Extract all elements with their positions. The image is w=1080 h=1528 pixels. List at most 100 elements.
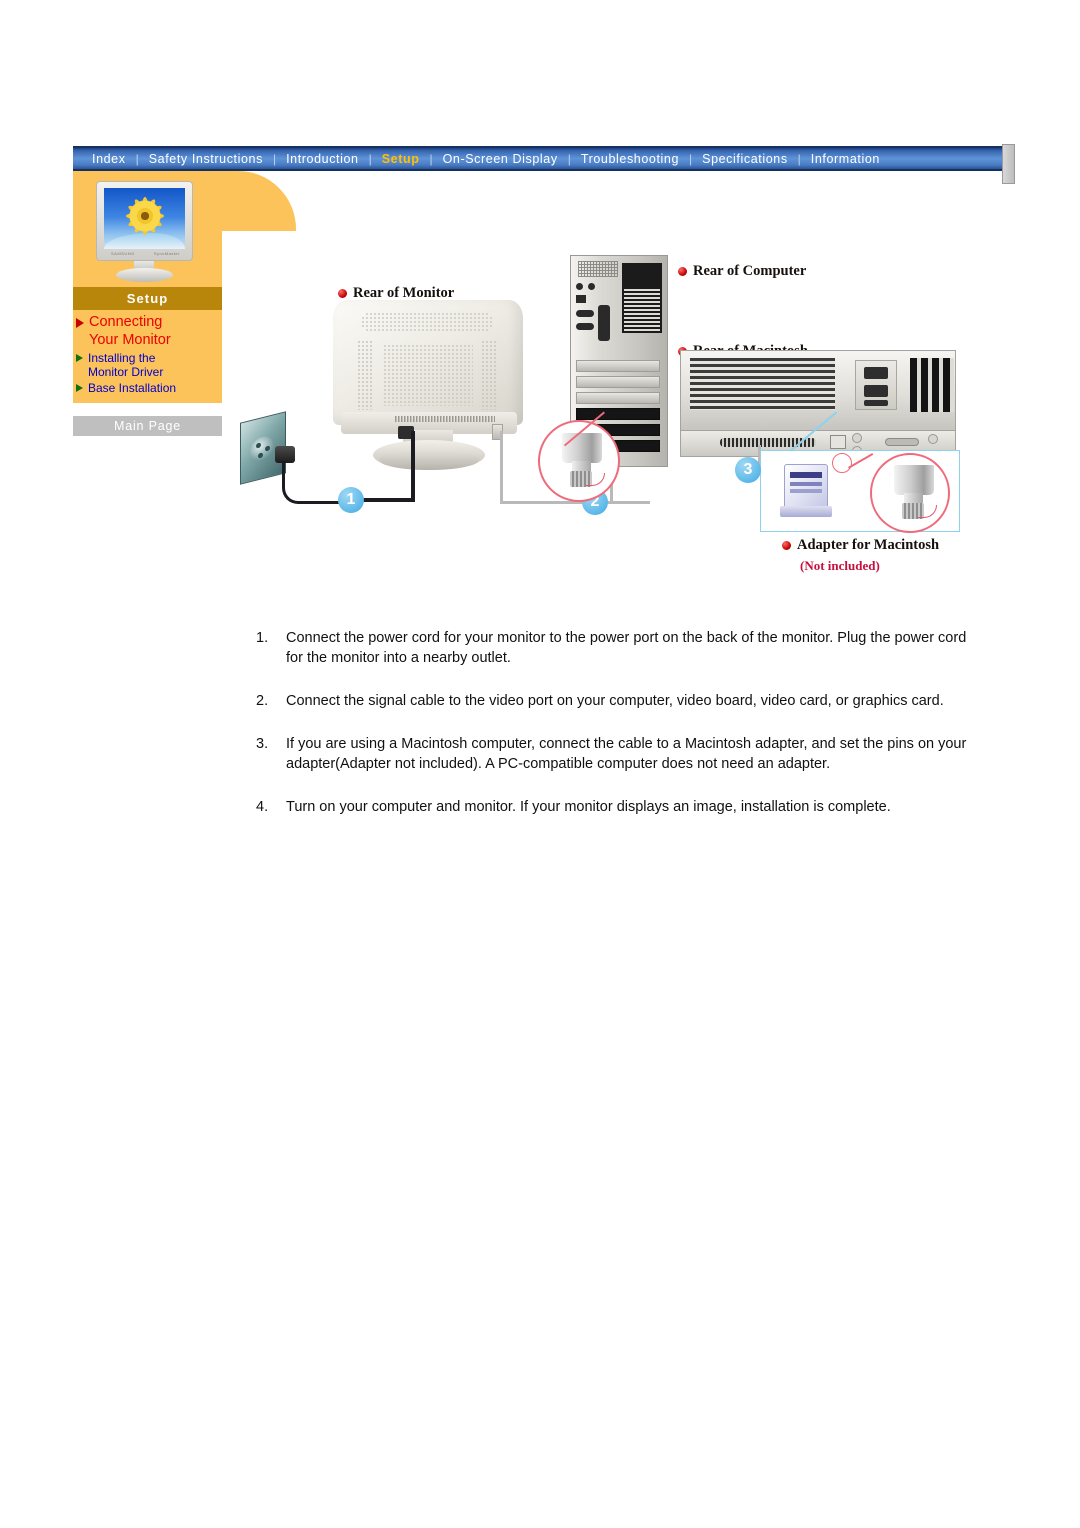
connector-shell [894, 465, 934, 495]
adapter-pin-highlight-circle [832, 453, 852, 473]
tower-drive-bays [622, 263, 662, 333]
mac-round-port [928, 434, 938, 444]
sidebar-section-title: Setup [73, 287, 222, 310]
sidebar-rounded-corner [222, 171, 296, 231]
monitor-top-vent [361, 312, 493, 332]
mac-video-port [885, 438, 919, 446]
adapter-label-stripe [790, 482, 822, 486]
tower-slot [576, 360, 660, 372]
main-page-button[interactable]: Main Page [73, 416, 222, 436]
sidebar-section-title-label: Setup [126, 291, 169, 306]
tower-slot [576, 408, 660, 420]
monitor-connector-row [395, 416, 495, 422]
sidebar-item-label: Base Installation [88, 381, 177, 395]
tower-vent-grid [578, 261, 618, 277]
callout-marker-3-number: 3 [743, 461, 753, 478]
red-bullet-icon [782, 541, 791, 550]
sidebar-item-base-installation[interactable]: Base Installation [76, 381, 224, 395]
nav-item-troubleshooting[interactable]: Troubleshooting [572, 152, 688, 166]
tower-parallel-port [598, 305, 610, 341]
sunflower-center-icon [128, 199, 162, 233]
scrollbar-cap[interactable] [1002, 144, 1015, 184]
power-cable-segment-vertical [411, 431, 415, 501]
mac-expansion-cards [910, 358, 954, 412]
thumbnail-brand-left: SAMSUNG [111, 251, 135, 256]
triangle-right-icon [76, 354, 83, 362]
thumbnail-bezel: SAMSUNG SyncMaster [96, 181, 193, 261]
nav-item-introduction[interactable]: Introduction [277, 152, 368, 166]
thumbnail-brand-right: SyncMaster [153, 251, 180, 256]
sidebar-item-label-line1: Connecting [89, 314, 163, 330]
sidebar-item-installing-the-monitor-driver[interactable]: Installing the Monitor Driver [76, 351, 224, 379]
instruction-text: Connect the power cord for your monitor … [286, 630, 967, 666]
callout-marker-1: 1 [338, 487, 364, 513]
monitor-right-vent [481, 340, 497, 410]
thumbnail-stand-base [116, 268, 173, 282]
mac-ethernet-port [830, 435, 846, 449]
adapter-label-stripe [790, 472, 822, 478]
nav-item-setup[interactable]: Setup [373, 152, 429, 166]
monitor-center-vent [383, 344, 473, 406]
label-adapter-for-macintosh-text: Adapter for Macintosh [797, 537, 940, 553]
connector-illustration-adapter [882, 465, 938, 521]
monitor-base-inner [379, 450, 479, 470]
tower-io-port [576, 283, 583, 290]
monitor-thumbnail-image: SAMSUNG SyncMaster [88, 181, 201, 283]
nav-item-safety-instructions[interactable]: Safety Instructions [140, 152, 272, 166]
instruction-item: 2. Connect the signal cable to the video… [256, 691, 986, 711]
thumbnail-wallpaper-hill [104, 233, 185, 249]
label-rear-of-computer: Rear of Computer [678, 263, 806, 280]
instruction-number: 1. [256, 630, 269, 646]
instruction-item: 3. If you are using a Macintosh computer… [256, 734, 986, 774]
instruction-list: 1. Connect the power cord for your monit… [256, 628, 986, 840]
instruction-text: If you are using a Macintosh computer, c… [286, 736, 967, 772]
signal-cable-monitor-vertical [500, 431, 503, 503]
tower-io-port [576, 295, 586, 303]
macintosh-adapter-illustration [778, 460, 840, 522]
callout-marker-1-number: 1 [346, 491, 356, 508]
connector-illustration-pc [550, 433, 606, 489]
sidebar-item-label-line1: Installing the [88, 351, 156, 365]
sidebar-item-label-line2: Your Monitor [89, 331, 171, 348]
sidebar-item-label-line2: Monitor Driver [88, 365, 164, 379]
label-not-included: (Not included) [800, 558, 880, 573]
callout-marker-3: 3 [735, 457, 761, 483]
label-adapter-for-macintosh: Adapter for Macintosh [782, 537, 939, 554]
nav-item-specifications[interactable]: Specifications [693, 152, 797, 166]
mac-vent-louvers [690, 358, 835, 410]
macintosh-rear-illustration [680, 350, 958, 465]
rotate-arrow-icon [918, 505, 937, 518]
main-navigation-bar: Index | Safety Instructions | Introducti… [73, 146, 1002, 171]
instruction-text: Turn on your computer and monitor. If yo… [286, 799, 891, 815]
sidebar-item-label: Installing the Monitor Driver [88, 351, 163, 379]
label-rear-of-computer-text: Rear of Computer [693, 263, 807, 279]
sidebar-item-connecting-your-monitor[interactable]: Connecting Your Monitor [76, 314, 224, 349]
tower-io-panel [576, 283, 612, 355]
power-cable-segment-left [282, 461, 345, 504]
tower-serial-port [576, 323, 594, 330]
nav-item-information[interactable]: Information [802, 152, 889, 166]
tower-io-port [588, 283, 595, 290]
instruction-text: Connect the signal cable to the video po… [286, 693, 944, 709]
nav-item-on-screen-display[interactable]: On-Screen Display [434, 152, 567, 166]
triangle-right-icon [76, 318, 84, 328]
rotate-arrow-icon [586, 473, 605, 486]
monitor-left-vent [357, 340, 373, 410]
adapter-body [784, 464, 828, 510]
instruction-item: 4. Turn on your computer and monitor. If… [256, 797, 986, 817]
thumbnail-screen [104, 188, 185, 249]
mac-round-port [852, 433, 862, 443]
mac-power-supply [855, 360, 897, 410]
nav-item-index[interactable]: Index [83, 152, 135, 166]
triangle-right-icon [76, 384, 83, 392]
tower-slot-video [576, 392, 660, 404]
instruction-number: 3. [256, 736, 269, 752]
red-bullet-icon [678, 267, 687, 276]
sidebar-item-label: Connecting Your Monitor [89, 314, 171, 349]
connector-shell [562, 433, 602, 463]
adapter-label-stripe [790, 489, 822, 493]
sidebar-link-list: Connecting Your Monitor Installing the M… [76, 314, 224, 397]
instruction-item: 1. Connect the power cord for your monit… [256, 628, 986, 668]
main-page-button-label: Main Page [114, 419, 181, 433]
adapter-base [780, 506, 832, 517]
